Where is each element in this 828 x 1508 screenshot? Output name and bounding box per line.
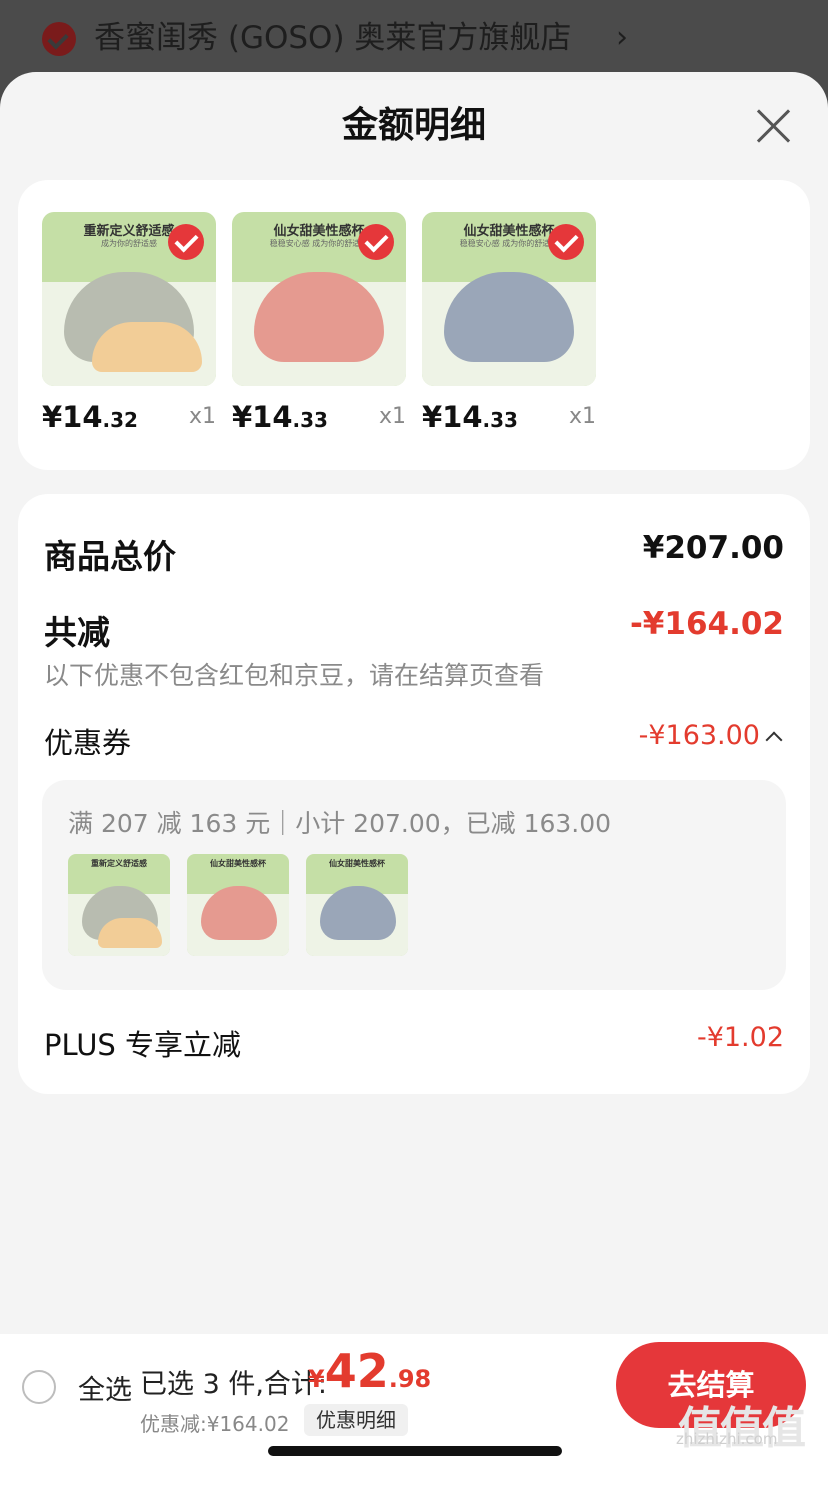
coupon-product-thumbnail: 重新定义舒适感 — [68, 854, 170, 956]
plus-discount-label: PLUS 专享立减 — [44, 1028, 242, 1062]
product-card: 重新定义舒适感 成为你的舒适感 ¥14.32 x1 仙女甜美性感杯 稳稳安心感 … — [18, 180, 810, 470]
discount-amount: 优惠减:¥164.02 — [140, 1412, 290, 1436]
product-price: ¥14.33 — [232, 400, 328, 434]
store-name[interactable]: 香蜜闺秀 (GOSO) 奥莱官方旗舰店 — [94, 18, 571, 58]
price-summary-card: 商品总价 ¥207.00 共减 -¥164.02 以下优惠不包含红包和京豆，请在… — [18, 494, 810, 1094]
total-reduction-label: 共减 — [44, 613, 110, 652]
plus-discount-value: -¥1.02 — [696, 1022, 784, 1053]
product-caption: 仙女甜美性感杯 — [210, 859, 266, 868]
coupon-detail-box: 满 207 减 163 元｜小计 207.00，已减 163.00 重新定义舒适… — [42, 780, 786, 990]
plus-discount-row: PLUS 专享立减 -¥1.02 — [44, 1022, 784, 1062]
total-reduction-value: -¥164.02 — [629, 606, 784, 642]
product-price: ¥14.33 — [422, 400, 518, 434]
total-reduction-row: 共减 -¥164.02 — [44, 606, 784, 652]
coupon-row[interactable]: 优惠券 -¥163.00 — [44, 720, 784, 760]
product-price: ¥14.32 — [42, 400, 138, 434]
product-thumbnail[interactable]: 重新定义舒适感 成为你的舒适感 — [42, 212, 216, 386]
coupon-product-thumbnail: 仙女甜美性感杯 — [187, 854, 289, 956]
total-price-value: ¥207.00 — [642, 530, 784, 566]
product-thumbnail[interactable]: 仙女甜美性感杯 稳稳安心感 成为你的舒适感 — [422, 212, 596, 386]
select-all-radio[interactable] — [22, 1370, 56, 1404]
reduction-note-row: 以下优惠不包含红包和京豆，请在结算页查看 — [44, 656, 784, 692]
product-caption: 仙女甜美性感杯 — [329, 859, 385, 868]
reduction-note: 以下优惠不包含红包和京豆，请在结算页查看 — [44, 661, 545, 690]
coupon-detail-text: 满 207 减 163 元｜小计 207.00，已减 163.00 — [68, 809, 612, 838]
discount-detail-button[interactable]: 优惠明细 — [304, 1404, 408, 1436]
total-amount: ¥42.98 — [308, 1344, 432, 1398]
watermark-domain: zhizhizhi.com — [676, 1430, 778, 1448]
product-quantity: x1 — [188, 404, 216, 429]
selected-check-icon[interactable] — [358, 224, 394, 260]
product-thumbnail[interactable]: 仙女甜美性感杯 稳稳安心感 成为你的舒适感 — [232, 212, 406, 386]
store-bar: 香蜜闺秀 (GOSO) 奥莱官方旗舰店 › — [0, 0, 828, 80]
amount-detail-sheet: 金额明细 重新定义舒适感 成为你的舒适感 ¥14.32 x1 仙女甜美性感杯 稳… — [0, 72, 828, 1508]
selected-check-icon[interactable] — [548, 224, 584, 260]
store-selected-check-icon[interactable] — [42, 22, 76, 56]
product-image-secondary — [92, 322, 202, 372]
chevron-up-icon[interactable] — [765, 731, 783, 749]
select-all-label[interactable]: 全选 — [78, 1368, 132, 1407]
product-quantity: x1 — [568, 404, 596, 429]
chevron-right-icon[interactable]: › — [616, 20, 628, 56]
selected-check-icon[interactable] — [168, 224, 204, 260]
product-item[interactable]: 仙女甜美性感杯 稳稳安心感 成为你的舒适感 ¥14.33 x1 — [422, 212, 596, 446]
close-icon[interactable] — [752, 104, 796, 148]
sheet-title: 金额明细 — [341, 105, 486, 146]
product-item[interactable]: 重新定义舒适感 成为你的舒适感 ¥14.32 x1 — [42, 212, 216, 446]
product-item[interactable]: 仙女甜美性感杯 稳稳安心感 成为你的舒适感 ¥14.33 x1 — [232, 212, 406, 446]
home-indicator[interactable] — [268, 1446, 562, 1456]
product-caption: 重新定义舒适感 — [91, 859, 147, 868]
coupon-value: -¥163.00 — [638, 720, 760, 751]
total-price-label: 商品总价 — [44, 537, 176, 576]
total-price-row: 商品总价 ¥207.00 — [44, 530, 784, 576]
coupon-label: 优惠券 — [44, 726, 132, 760]
product-quantity: x1 — [378, 404, 406, 429]
coupon-product-thumbnail: 仙女甜美性感杯 — [306, 854, 408, 956]
selected-summary: 已选 3 件,合计: — [140, 1369, 328, 1400]
